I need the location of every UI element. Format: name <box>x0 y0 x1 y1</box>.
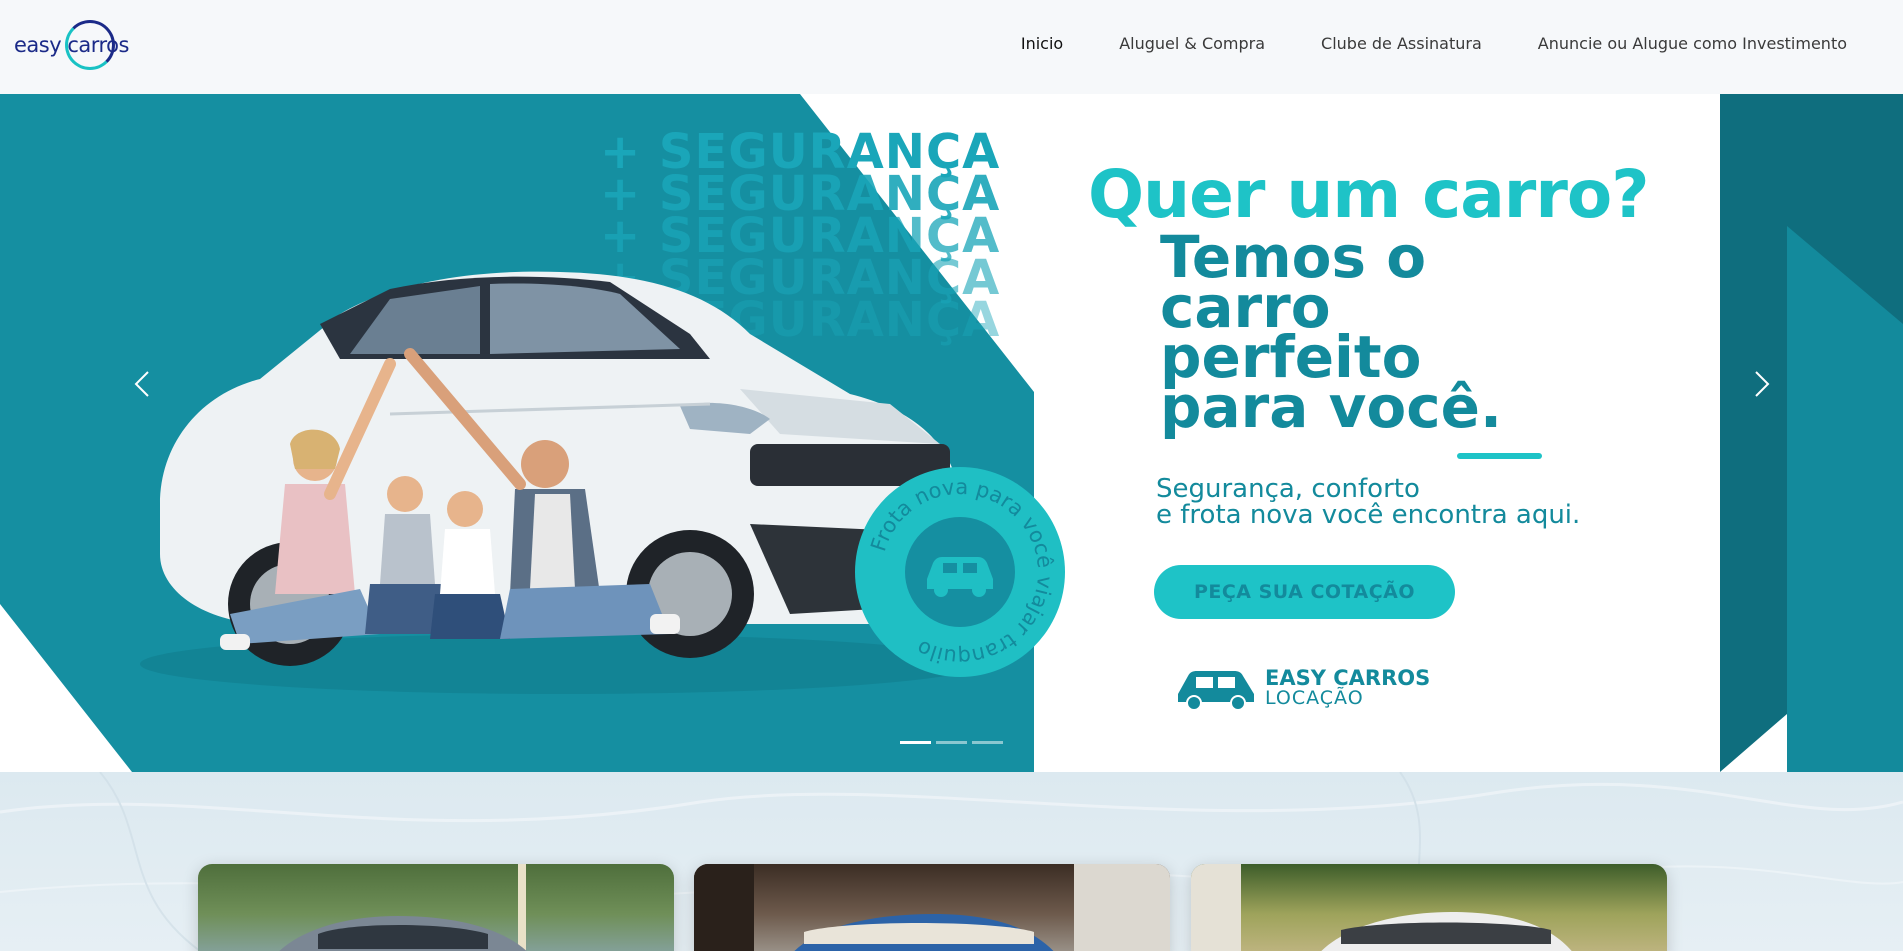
hero-subtext: Segurança, conforto e frota nova você en… <box>1156 474 1581 530</box>
nav-item-anuncie[interactable]: Anuncie ou Alugue como Investimento <box>1538 34 1847 53</box>
hero-badge: Frota nova para você viajar tranquilo <box>855 467 1065 677</box>
hero-brand: EASY CARROS LOCAÇÃO <box>1176 666 1436 712</box>
carousel-dot[interactable] <box>936 741 967 744</box>
nav-item-aluguel-compra[interactable]: Aluguel & Compra <box>1119 34 1265 53</box>
hero-carousel: + SEGURANÇA + SEGURANÇA + SEGURANÇA + SE… <box>0 94 1903 772</box>
hero-subheadline: Temos o carro perfeito para você. <box>1160 223 1502 441</box>
logo-ring <box>65 20 115 70</box>
carousel-indicators <box>900 741 1003 744</box>
logo[interactable]: easy carros <box>14 20 129 72</box>
vehicle-card-image <box>279 864 527 951</box>
vehicle-card[interactable] <box>198 864 674 951</box>
carousel-dot[interactable] <box>900 741 931 744</box>
nav-item-clube-assinatura[interactable]: Clube de Assinatura <box>1321 34 1482 53</box>
chevron-left-icon[interactable] <box>124 364 164 404</box>
site-header: easy carros Inicio Aluguel & Compra Club… <box>0 0 1903 94</box>
main-nav: Inicio Aluguel & Compra Clube de Assinat… <box>965 34 1847 53</box>
carousel-dot[interactable] <box>972 741 1003 744</box>
hero-underline-accent <box>1457 453 1542 459</box>
vehicle-card-image <box>1191 864 1572 951</box>
nav-item-inicio[interactable]: Inicio <box>1021 34 1063 53</box>
vehicle-card-image <box>694 864 1170 951</box>
chevron-right-icon[interactable] <box>1740 364 1780 404</box>
hero-right-accent <box>1720 94 1903 772</box>
vehicle-card[interactable] <box>694 864 1170 951</box>
vehicle-card[interactable] <box>1191 864 1667 951</box>
hero-headline: Quer um carro? <box>1088 156 1650 233</box>
car-icon <box>1178 671 1254 711</box>
svg-text:Frota nova para você viajar tr: Frota nova para você viajar tranquilo <box>866 475 1057 669</box>
vehicle-cards-section <box>0 772 1903 951</box>
cta-quote-button[interactable]: PEÇA SUA COTAÇÃO <box>1154 565 1455 619</box>
hero-badge-text: Frota nova para você viajar tranquilo <box>866 475 1057 669</box>
brand-subtitle: LOCAÇÃO <box>1265 687 1364 709</box>
